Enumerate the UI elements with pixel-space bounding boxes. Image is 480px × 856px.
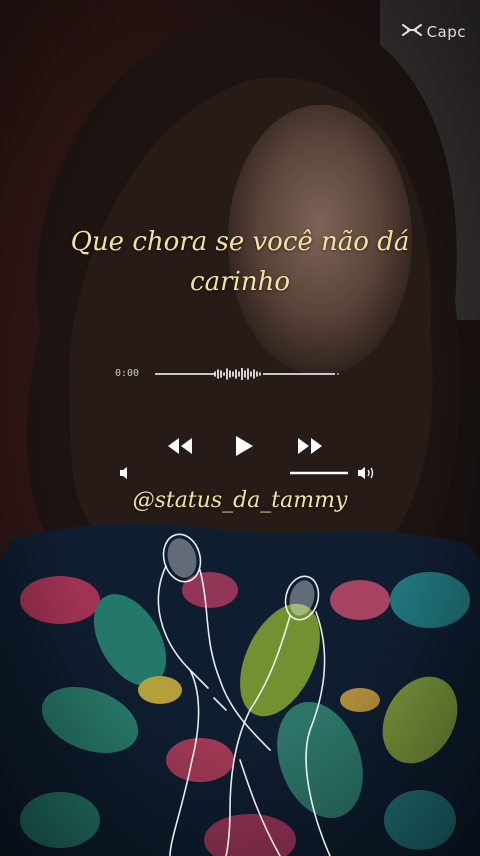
fast-forward-icon <box>298 438 322 454</box>
headphones-illustration <box>157 533 331 856</box>
play-icon <box>236 436 253 456</box>
watermark-text: Capc <box>426 23 466 41</box>
creator-handle: @status_da_tammy <box>132 488 348 513</box>
volume-row <box>120 467 374 479</box>
rewind-button[interactable] <box>165 432 195 460</box>
fast-forward-button[interactable] <box>295 432 325 460</box>
play-button[interactable] <box>228 432 258 460</box>
lyric-line-1: Que chora se você não dá <box>70 227 410 257</box>
volume-low-icon <box>120 467 127 479</box>
rewind-icon <box>168 438 192 454</box>
lyric-line-2: carinho <box>190 267 290 297</box>
progress-bar[interactable] <box>155 368 340 380</box>
video-frame: Capc Que chora se você não dá carinho 0:… <box>0 0 480 856</box>
waveform-icon <box>214 368 261 380</box>
playback-controls <box>0 432 480 460</box>
capcut-watermark: Capc <box>401 22 466 42</box>
capcut-logo-icon <box>401 22 423 42</box>
lyric-text: Que chora se você não dá carinho <box>40 222 440 302</box>
elapsed-time: 0:00 <box>115 368 140 379</box>
volume-high-icon <box>358 467 374 479</box>
progress-end-dot <box>337 373 339 375</box>
